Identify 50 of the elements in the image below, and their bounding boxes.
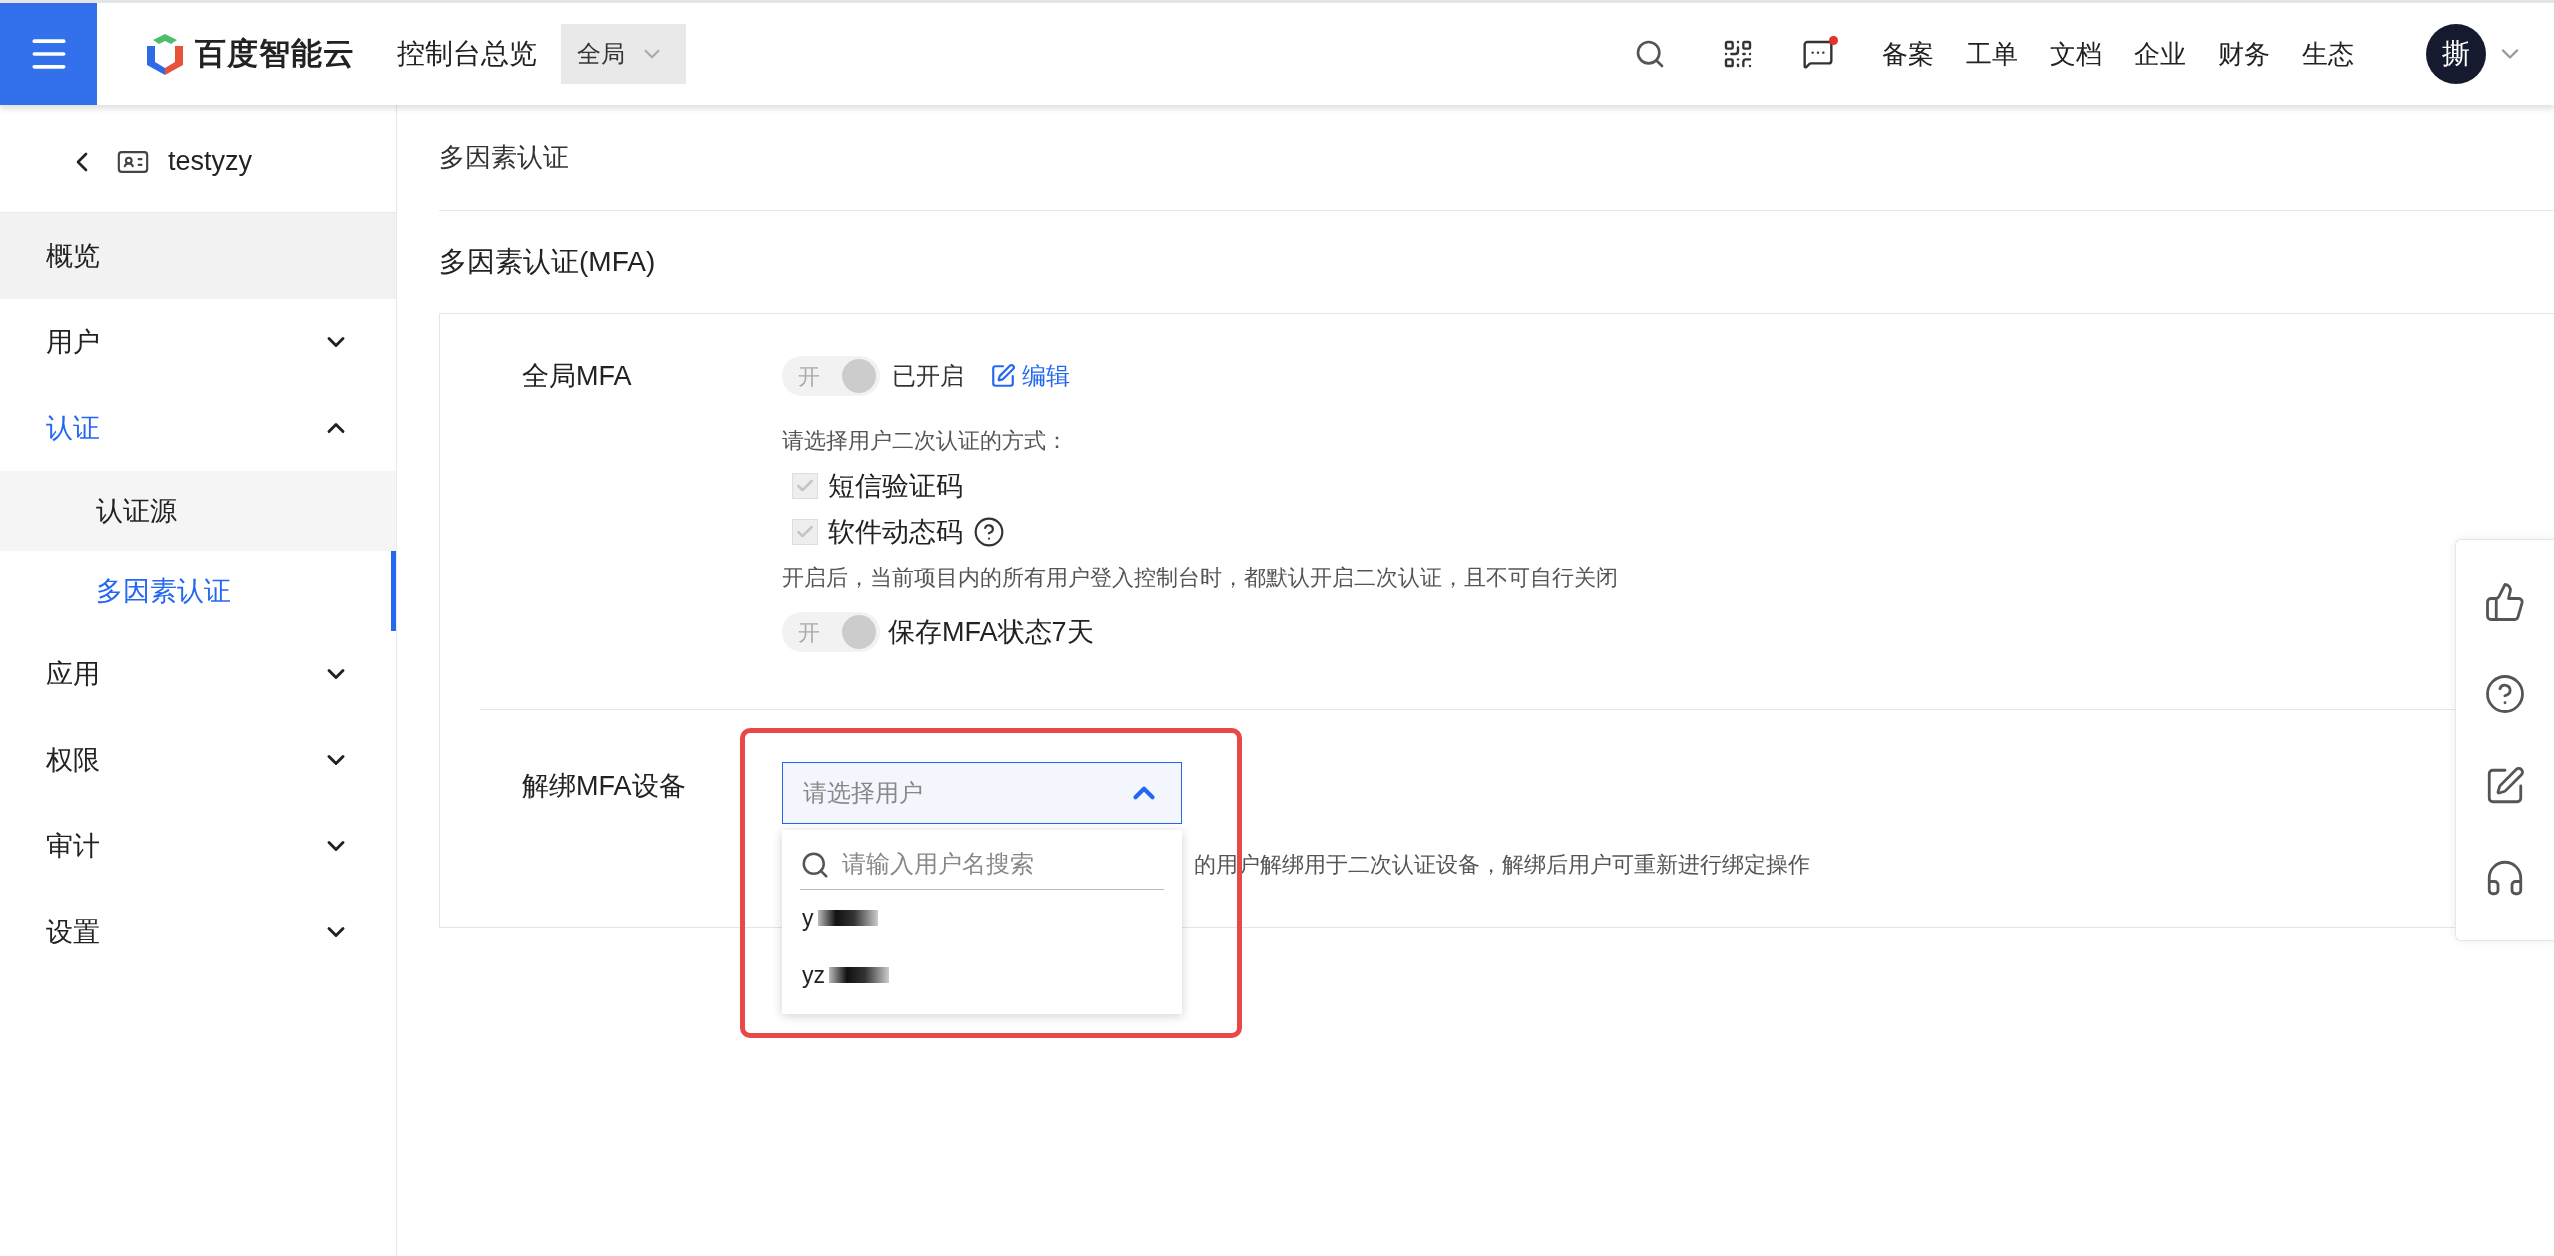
option-text: y [802, 903, 814, 933]
scope-select[interactable]: 全局 [561, 24, 686, 84]
project-name: testyzy [168, 145, 253, 179]
checkbox-label: 短信验证码 [828, 469, 963, 503]
logo-text: 百度智能云 [195, 34, 355, 73]
sidebar-item[interactable]: 认证 [0, 385, 396, 471]
nav-link[interactable]: 财务 [2202, 34, 2286, 74]
hint-text: 请选择用户二次认证的方式： [782, 427, 1069, 455]
submenu-item[interactable]: 多因素认证 [0, 551, 396, 631]
edit-link[interactable]: 编辑 [990, 358, 1070, 394]
toggle-knob [842, 615, 876, 650]
toggle-label: 开 [798, 362, 820, 391]
menu-button[interactable] [0, 3, 97, 105]
sidebar-item[interactable]: 审计 [0, 803, 396, 889]
submenu-item[interactable]: 认证源 [0, 471, 396, 551]
sidebar-item[interactable]: 设置 [0, 889, 396, 975]
nav-link[interactable]: 生态 [2286, 34, 2370, 74]
toggle-knob [842, 359, 876, 393]
search-field[interactable]: 请输入用户名搜索 [800, 839, 1164, 890]
search-icon[interactable] [1634, 38, 1666, 70]
message-icon[interactable] [1802, 38, 1834, 70]
toggle-text: 保存MFA状态7天 [888, 616, 1094, 649]
toggle-label: 开 [798, 618, 820, 647]
sidebar-item[interactable]: 概览 [0, 213, 396, 299]
section-title: 多因素认证(MFA) [439, 245, 656, 279]
nav-link[interactable]: 备案 [1866, 34, 1950, 74]
note-text: 开启后，当前项目内的所有用户登入控制台时，都默认开启二次认证，且不可自行关闭 [782, 564, 1618, 592]
nav-link[interactable]: 工单 [1950, 34, 2034, 74]
sidebar-item[interactable]: 用户 [0, 299, 396, 385]
page-title: 控制台总览 [397, 37, 537, 71]
sidebar-item[interactable]: 应用 [0, 631, 396, 717]
option-text: yz [802, 960, 825, 990]
redacted-block [817, 910, 878, 926]
qr-code-icon[interactable] [1722, 38, 1754, 70]
dropdown-option[interactable]: yz [782, 946, 1182, 1004]
redacted-block [829, 967, 889, 983]
field-label: 全局MFA [521, 360, 633, 393]
nav-link[interactable]: 企业 [2118, 34, 2202, 74]
avatar[interactable]: 撕 [2426, 24, 2486, 84]
edit-icon [990, 363, 1016, 389]
field-label: 解绑MFA设备 [521, 769, 687, 803]
thumbs-up-icon[interactable] [2484, 581, 2526, 623]
nav-link[interactable]: 文档 [2034, 34, 2118, 74]
breadcrumb: 多因素认证 [439, 141, 569, 174]
dropdown-option[interactable]: y [782, 889, 1182, 947]
logo-icon [145, 32, 185, 76]
status-text: 已开启 [892, 361, 964, 391]
help-icon[interactable] [2484, 673, 2526, 715]
sidebar-item[interactable]: 权限 [0, 717, 396, 803]
checkbox-label: 软件动态码 [828, 515, 963, 549]
